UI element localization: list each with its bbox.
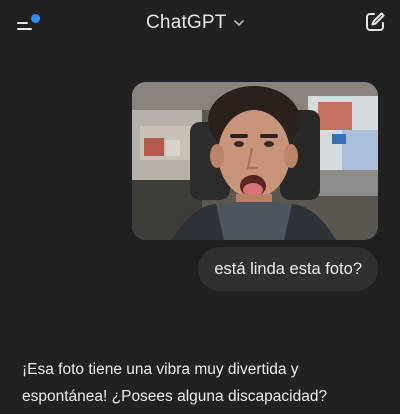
user-message-bubble[interactable]: está linda esta foto?: [198, 247, 378, 291]
sidebar-menu-button[interactable]: [14, 10, 44, 36]
notification-dot: [31, 14, 40, 23]
app-title: ChatGPT: [146, 12, 227, 33]
chat-app: ChatGPT está linda esta foto? ¡Esa foto …: [0, 0, 400, 414]
photo-of-young-man-in-car-icon: [132, 82, 378, 240]
menu-line-icon: [17, 22, 28, 24]
assistant-message: ¡Esa foto tiene una vibra muy divertida …: [22, 361, 328, 405]
compose-icon: [366, 12, 385, 31]
model-selector[interactable]: ChatGPT: [146, 10, 245, 36]
new-chat-button[interactable]: [362, 9, 388, 35]
user-photo-message[interactable]: [132, 82, 378, 240]
top-bar: ChatGPT: [0, 0, 400, 46]
chevron-down-icon: [233, 20, 244, 26]
menu-line-icon: [17, 28, 32, 30]
